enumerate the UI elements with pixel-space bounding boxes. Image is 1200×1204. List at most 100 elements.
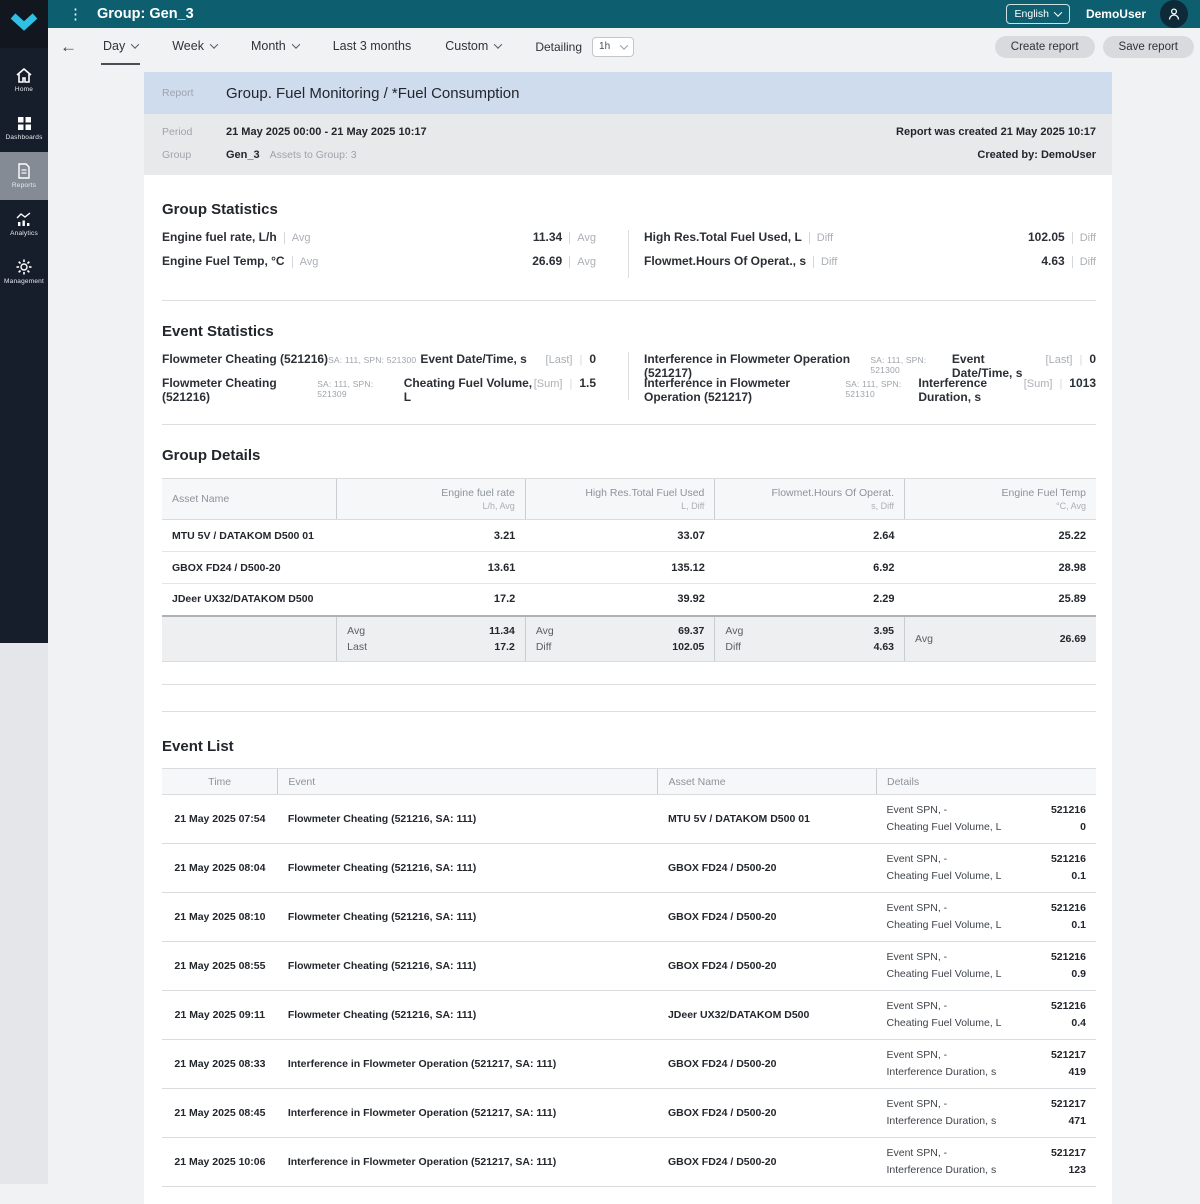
event-row[interactable]: 21 May 2025 08:10 Flowmeter Cheating (52… — [162, 893, 1096, 942]
hours-cell: 6.92 — [715, 552, 905, 584]
sidebar-item-home[interactable]: Home — [0, 56, 48, 104]
time-cell: 21 May 2025 08:55 — [162, 942, 278, 991]
time-cell: 21 May 2025 07:54 — [162, 795, 278, 844]
tab-label: Week — [172, 39, 204, 53]
language-selector[interactable]: English — [1006, 4, 1070, 24]
event-row[interactable]: 21 May 2025 08:04 Flowmeter Cheating (52… — [162, 844, 1096, 893]
hours-cell: 2.64 — [715, 520, 905, 552]
event-metric: Interference Duration, s — [918, 376, 1023, 404]
tab-last-3-months[interactable]: Last 3 months — [331, 28, 414, 65]
event-metric: Event Date/Time, s — [420, 352, 527, 366]
event-meta: SA: 111, SPN: 521300 — [870, 355, 948, 375]
event-value: 1013 — [1069, 376, 1096, 390]
event-row[interactable]: 21 May 2025 08:55 Flowmeter Cheating (52… — [162, 942, 1096, 991]
event-name: Interference in Flowmeter Operation (521… — [644, 376, 845, 404]
group-details-table: Asset Name Engine fuel rateL/h, Avg High… — [162, 478, 1096, 662]
event-agg: [Sum] — [1024, 378, 1053, 390]
stat-value: 102.05 — [1028, 230, 1065, 244]
summary-cell: Avg69.37 Diff102.05 — [525, 616, 715, 662]
avatar[interactable] — [1160, 0, 1188, 28]
asset-cell: GBOX FD24 / D500-20 — [658, 844, 877, 893]
column-header-event[interactable]: Event — [278, 769, 658, 795]
event-meta: SA: 111, SPN: 521300 — [328, 355, 416, 365]
column-header-hours[interactable]: Flowmet.Hours Of Operat.s, Diff — [715, 479, 905, 520]
column-header-asset[interactable]: Asset Name — [162, 479, 337, 520]
top-bar: ⋮ Group: Gen_3 English DemoUser — [48, 0, 1200, 28]
event-row[interactable]: 21 May 2025 08:33 Interference in Flowme… — [162, 1040, 1096, 1089]
period-label: Period — [162, 126, 226, 138]
details-cell: Event SPN, -521216 Cheating Fuel Volume,… — [876, 844, 1096, 893]
event-cell: Flowmeter Cheating (521216, SA: 111) — [278, 942, 658, 991]
sidebar-item-dashboards[interactable]: Dashboards — [0, 104, 48, 152]
section-divider — [162, 300, 1096, 301]
stat-value-agg: Diff — [1072, 256, 1096, 268]
column-header-details[interactable]: Details — [876, 769, 1096, 795]
event-cell: Interference in Flowmeter Operation (521… — [278, 1040, 658, 1089]
asset-cell: GBOX FD24 / D500-20 — [658, 1040, 877, 1089]
tab-week[interactable]: Week — [170, 28, 219, 65]
details-cell: Event SPN, -521216 Cheating Fuel Volume,… — [876, 795, 1096, 844]
event-agg: [Last] — [546, 354, 573, 366]
save-report-button[interactable]: Save report — [1103, 36, 1194, 58]
detailing-label: Detailing — [535, 40, 582, 54]
app-logo[interactable] — [0, 0, 48, 48]
page-title: Group: Gen_3 — [97, 6, 194, 22]
sidebar-item-label: Reports — [12, 182, 36, 189]
table-row[interactable]: JDeer UX32/DATAKOM D500 17.2 39.92 2.29 … — [162, 584, 1096, 616]
fuel-used-cell: 39.92 — [525, 584, 715, 616]
create-report-button[interactable]: Create report — [995, 36, 1095, 58]
tab-label: Custom — [445, 39, 488, 53]
sidebar-nav: Home Dashboards Reports — [0, 48, 48, 643]
column-header-asset[interactable]: Asset Name — [658, 769, 877, 795]
detailing-select[interactable]: 1h — [592, 37, 634, 57]
report-label: Report — [162, 87, 226, 99]
content-area: Report Group. Fuel Monitoring / *Fuel Co… — [48, 65, 1200, 1204]
event-row[interactable]: 21 May 2025 10:06 Interference in Flowme… — [162, 1138, 1096, 1187]
asset-cell: GBOX FD24 / D500-20 — [658, 942, 877, 991]
event-value: 1.5 — [579, 376, 596, 390]
stat-label: High Res.Total Fuel Used, L — [644, 230, 802, 244]
sidebar-item-analytics[interactable]: Analytics — [0, 200, 48, 248]
sidebar-item-label: Management — [4, 278, 44, 285]
stat-agg: Diff — [809, 232, 833, 244]
created-by: Created by: DemoUser — [977, 149, 1096, 161]
time-cell: 21 May 2025 09:11 — [162, 991, 278, 1040]
stat-value: 26.69 — [532, 254, 562, 268]
stat-row: High Res.Total Fuel Used, L Diff 102.05D… — [644, 230, 1096, 254]
tab-custom[interactable]: Custom — [443, 28, 503, 65]
tab-month[interactable]: Month — [249, 28, 301, 65]
tab-day[interactable]: Day — [101, 28, 140, 65]
column-header-fuel-used[interactable]: High Res.Total Fuel UsedL, Diff — [525, 479, 715, 520]
sidebar-item-reports[interactable]: Reports — [0, 152, 48, 200]
tab-label: Month — [251, 39, 286, 53]
section-title: Event Statistics — [162, 323, 1096, 340]
table-header-row: Time Event Asset Name Details — [162, 769, 1096, 795]
back-arrow-icon[interactable]: ← — [60, 38, 77, 55]
stat-value: 4.63 — [1041, 254, 1064, 268]
sidebar-item-management[interactable]: Management — [0, 248, 48, 296]
report-title-band: Report Group. Fuel Monitoring / *Fuel Co… — [144, 72, 1112, 114]
table-row[interactable]: MTU 5V / DATAKOM D500 01 3.21 33.07 2.64… — [162, 520, 1096, 552]
column-header-fuel-rate[interactable]: Engine fuel rateL/h, Avg — [337, 479, 526, 520]
event-cell: Flowmeter Cheating (521216, SA: 111) — [278, 844, 658, 893]
event-row[interactable]: 21 May 2025 07:54 Flowmeter Cheating (52… — [162, 795, 1096, 844]
fuel-rate-cell: 13.61 — [337, 552, 526, 584]
stat-label: Engine Fuel Temp, °C — [162, 254, 285, 268]
summary-empty-cell — [162, 616, 337, 662]
time-cell: 21 May 2025 08:10 — [162, 893, 278, 942]
home-icon — [16, 68, 32, 83]
column-header-time[interactable]: Time — [162, 769, 278, 795]
report-meta-band: Period 21 May 2025 00:00 - 21 May 2025 1… — [144, 114, 1112, 175]
event-cell: Flowmeter Cheating (521216, SA: 111) — [278, 795, 658, 844]
report-toolbar: ← Day Week Month Last 3 months Custom De… — [48, 28, 1200, 65]
app-root: Home Dashboards Reports — [0, 0, 1200, 1184]
kebab-menu-icon[interactable]: ⋮ — [68, 7, 83, 22]
chevron-down-icon — [494, 40, 502, 48]
table-row[interactable]: GBOX FD24 / D500-20 13.61 135.12 6.92 28… — [162, 552, 1096, 584]
column-header-temp[interactable]: Engine Fuel Temp°C, Avg — [905, 479, 1097, 520]
event-row[interactable]: 21 May 2025 08:45 Interference in Flowme… — [162, 1089, 1096, 1138]
event-name: Flowmeter Cheating (521216) — [162, 352, 328, 366]
group-label: Group — [162, 149, 226, 161]
event-agg: [Sum] — [534, 378, 563, 390]
event-row[interactable]: 21 May 2025 09:11 Flowmeter Cheating (52… — [162, 991, 1096, 1040]
